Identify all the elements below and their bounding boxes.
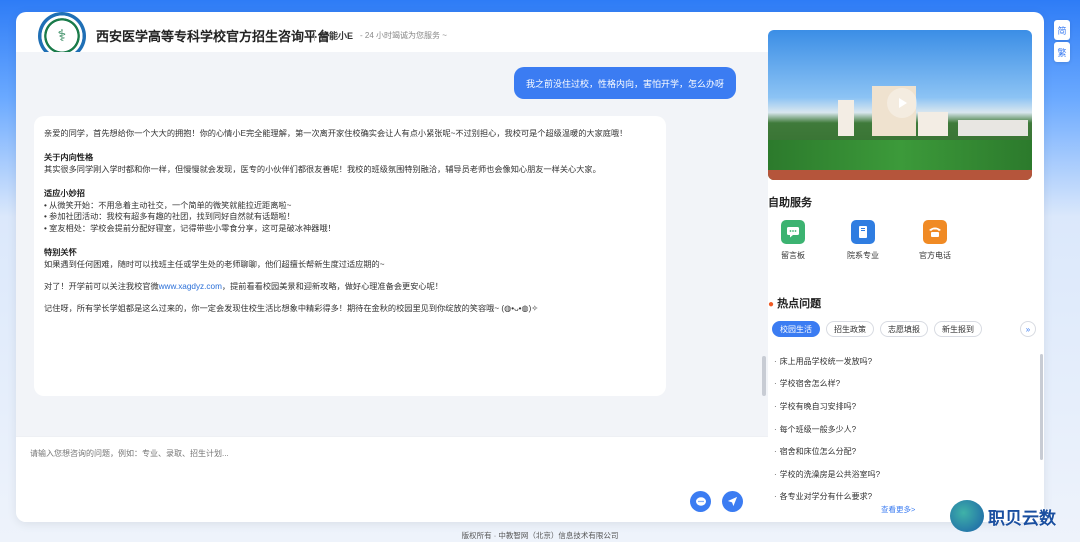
send-button[interactable] — [722, 491, 743, 512]
service-label: 院系专业 — [847, 251, 879, 260]
book-icon — [851, 220, 875, 244]
watermark-logo — [950, 500, 984, 532]
bot-list-item: • 从微笑开始：不用急着主动社交，一个简单的微笑就能拉近距离啦~ — [44, 200, 292, 210]
header-slogan: - 24 小时竭诚为您服务 ~ — [360, 31, 447, 40]
question-item[interactable]: 每个班级一般多少人? — [774, 418, 1044, 441]
play-button[interactable] — [887, 88, 917, 118]
question-item[interactable]: 宿舍和床位怎么分配? — [774, 440, 1044, 463]
see-more-link[interactable]: 查看更多> — [881, 504, 915, 515]
assistant-name: 智能小E — [320, 31, 354, 41]
chat-bubble-button[interactable] — [690, 491, 711, 512]
bot-section-body: 如果遇到任何困难，随时可以找班主任或学生处的老师聊聊，他们超擅长帮新生度过适应期… — [44, 260, 385, 270]
question-item[interactable]: 学校的洗澡房是公共浴室吗? — [774, 463, 1044, 486]
bot-tip: 对了！开学前可以关注我校官微www.xagdyz.com，提前看看校园美景和迎新… — [44, 282, 443, 292]
header-divider — [314, 31, 315, 41]
simplified-chinese-button[interactable]: 简 — [1054, 20, 1070, 40]
bot-closing: 记住呀，所有学长学姐都是这么过来的，你一定会发现住校生活比想象中精彩得多！期待在… — [44, 303, 539, 313]
chat-bubble-icon — [695, 496, 706, 506]
question-item[interactable]: 学校宿舍怎么样? — [774, 373, 1044, 396]
tab-registration[interactable]: 新生报到 — [934, 321, 982, 337]
bot-section-title: 关于内向性格 — [44, 152, 94, 162]
page-title: 西安医学高等专科学校官方招生咨询平台 — [96, 29, 331, 44]
website-link[interactable]: www.xagdyz.com — [159, 282, 222, 291]
service-phone[interactable]: 官方电话 — [910, 220, 960, 261]
question-tabs: 校园生活 招生政策 志愿填报 新生报到 — [772, 321, 982, 337]
send-icon — [727, 496, 738, 507]
fire-icon: ● — [768, 299, 775, 310]
question-item[interactable]: 床上用品学校统一发放吗? — [774, 350, 1044, 373]
user-message: 我之前没住过校，性格内向，害怕开学，怎么办呀 — [513, 67, 736, 99]
bot-list-item: • 室友相处：学校会提前分配好寝室，记得带些小零食分享，这可是破冰神器哦！ — [44, 224, 336, 234]
questions-scrollbar[interactable] — [1040, 354, 1043, 460]
right-panel: 自助服务 留言板 院系专业 官方电话 ● 热点问题 校园生活 招生政策 志愿填报… — [768, 12, 1044, 522]
hot-questions-title: ● 热点问题 — [768, 298, 822, 310]
tab-application[interactable]: 志愿填报 — [880, 321, 928, 337]
bot-message: 亲爱的同学，首先想给你一个大大的拥抱！你的心情小E完全能理解，第一次离开家住校确… — [34, 116, 666, 396]
main-card: ⚕ 西安医学高等专科学校官方招生咨询平台 智能小E - 24 小时竭诚为您服务 … — [16, 12, 1044, 522]
service-label: 留言板 — [781, 251, 805, 260]
question-input[interactable] — [30, 443, 730, 463]
play-icon — [899, 98, 907, 108]
service-departments[interactable]: 院系专业 — [838, 220, 888, 261]
tabs-next-button[interactable]: » — [1020, 321, 1036, 337]
question-item[interactable]: 学校有晚自习安排吗? — [774, 395, 1044, 418]
double-chevron-right-icon: » — [1025, 324, 1031, 334]
bot-section-title: 特别关怀 — [44, 248, 77, 258]
service-label: 官方电话 — [919, 251, 951, 260]
phone-icon — [923, 220, 947, 244]
chat-scrollbar[interactable] — [762, 356, 766, 396]
bot-section-body: 其实很多同学刚入学时都和你一样，但慢慢就会发现，医专的小伙伴们都很友善呢！我校的… — [44, 164, 601, 174]
copyright-footer: 版权所有 · 中教智网（北京）信息技术有限公司 — [461, 531, 619, 540]
message-board-icon — [781, 220, 805, 244]
tab-admission-policy[interactable]: 招生政策 — [826, 321, 874, 337]
service-message-board[interactable]: 留言板 — [768, 220, 818, 261]
watermark-text: 职贝云数 — [988, 508, 1056, 528]
campus-video[interactable] — [768, 30, 1032, 180]
bot-section-title: 适应小妙招 — [44, 188, 85, 198]
bot-list-item: • 参加社团活动：我校有超多有趣的社团，找到同好自然就有话题啦！ — [44, 212, 295, 222]
question-list: 床上用品学校统一发放吗? 学校宿舍怎么样? 学校有晚自习安排吗? 每个班级一般多… — [774, 350, 1044, 508]
self-service-title: 自助服务 — [768, 197, 812, 209]
watermark: 职贝云数 — [950, 500, 1056, 532]
bot-intro: 亲爱的同学，首先想给你一个大大的拥抱！你的心情小E完全能理解，第一次离开家住校确… — [44, 129, 628, 138]
traditional-chinese-button[interactable]: 繁 — [1054, 42, 1070, 62]
input-area — [16, 436, 768, 522]
chat-area[interactable]: 我之前没住过校，性格内向，害怕开学，怎么办呀 亲爱的同学，首先想给你一个大大的拥… — [16, 52, 768, 436]
tab-campus-life[interactable]: 校园生活 — [772, 321, 820, 337]
